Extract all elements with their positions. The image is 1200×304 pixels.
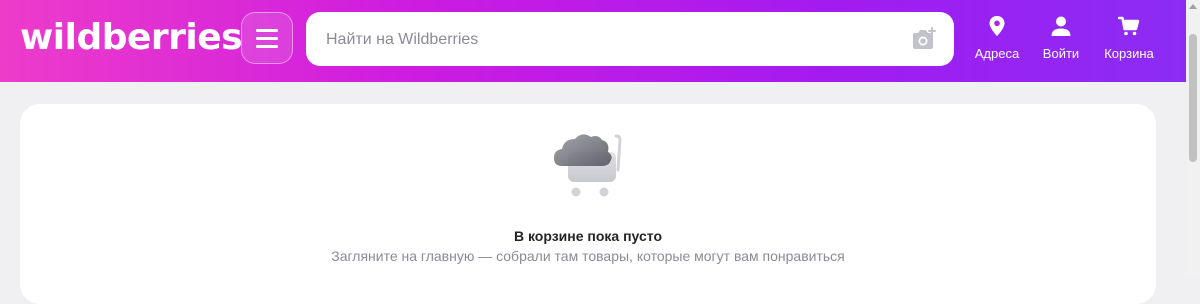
scrollbar-thumb[interactable] <box>1189 34 1197 162</box>
scroll-up-arrow[interactable] <box>1189 4 1197 9</box>
empty-cart-title: В корзине пока пусто <box>513 228 663 244</box>
nav-login[interactable]: Войти <box>1038 14 1084 70</box>
wildberries-logo[interactable]: wildberries <box>20 18 243 58</box>
nav-addresses[interactable]: Адреса <box>972 14 1022 70</box>
empty-cart-icon <box>554 134 622 197</box>
nav-cart-label: Корзина <box>1104 46 1154 61</box>
empty-cart-subtitle: Загляните на главную — собрали там товар… <box>331 248 845 264</box>
empty-cart-card: В корзине пока пусто Загляните на главну… <box>20 104 1156 304</box>
user-icon <box>1051 16 1071 36</box>
search-box <box>306 12 954 68</box>
menu-line <box>256 36 278 40</box>
search-input[interactable] <box>324 12 888 68</box>
nav-cart[interactable]: Корзина <box>1100 14 1158 70</box>
menu-line <box>256 44 278 48</box>
location-pin-icon <box>989 16 1005 36</box>
camera-search-icon[interactable] <box>910 26 938 52</box>
nav-addresses-label: Адреса <box>974 46 1020 61</box>
header-bar: wildberries Адреса Войти <box>0 0 1186 82</box>
menu-line <box>256 28 278 32</box>
menu-button[interactable] <box>241 12 293 64</box>
cart-icon <box>1117 16 1140 36</box>
nav-login-label: Войти <box>1042 46 1080 61</box>
page-scrollbar[interactable] <box>1186 0 1200 275</box>
